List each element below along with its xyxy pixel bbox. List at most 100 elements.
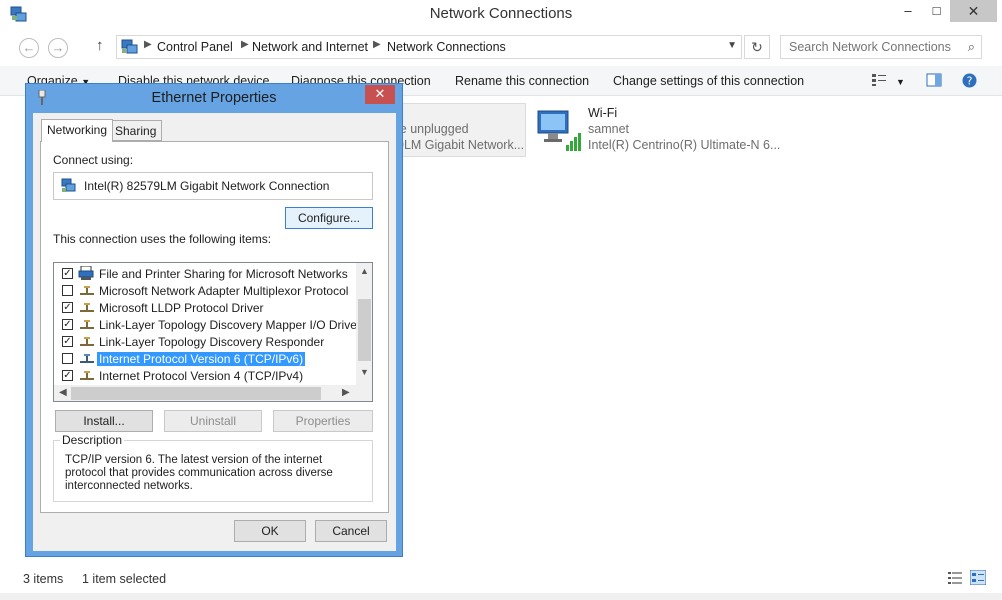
component-checkbox[interactable]: ✓ — [62, 319, 73, 330]
list-item[interactable]: ✓ Link-Layer Topology Discovery Mapper I… — [54, 316, 361, 333]
chevron-down-icon[interactable]: ▼ — [727, 40, 737, 51]
preview-pane-icon[interactable] — [926, 73, 942, 87]
vertical-scrollbar[interactable]: ▲ ▼ — [356, 263, 372, 386]
ethernet-properties-dialog: Ethernet Properties ✕ Networking Sharing… — [25, 83, 403, 557]
svg-text:?: ? — [967, 75, 973, 88]
scroll-up-icon[interactable]: ▲ — [356, 266, 372, 276]
install-button[interactable]: Install... — [55, 410, 153, 432]
list-item[interactable]: Microsoft Network Adapter Multiplexor Pr… — [54, 282, 356, 299]
wifi-adapter-icon — [537, 110, 581, 151]
component-label: Link-Layer Topology Discovery Mapper I/O… — [99, 318, 361, 332]
ethernet-adapter: 9LM Gigabit Network... — [397, 138, 525, 152]
address-bar[interactable]: ▶ Control Panel ▶ Network and Internet ▶… — [116, 35, 742, 59]
protocol-icon — [80, 320, 94, 329]
help-icon[interactable]: ? — [962, 73, 977, 88]
refresh-icon: ↻ — [751, 39, 763, 55]
uninstall-button[interactable]: Uninstall — [164, 410, 262, 432]
properties-button[interactable]: Properties — [273, 410, 373, 432]
wifi-connection-tile[interactable]: Wi-Fi samnet Intel(R) Centrino(R) Ultima… — [530, 103, 830, 157]
list-item[interactable]: ✓ Microsoft LLDP Protocol Driver — [54, 299, 356, 316]
search-icon[interactable]: ⌕ — [968, 39, 975, 55]
arrow-left-icon: ← — [22, 40, 36, 55]
ethernet-status: le unplugged — [397, 122, 469, 136]
component-checkbox[interactable]: ✓ — [62, 302, 73, 313]
chevron-right-icon[interactable]: ▶ — [144, 39, 152, 50]
chevron-right-icon[interactable]: ▶ — [241, 39, 249, 50]
view-dropdown-icon[interactable]: ▼ — [896, 77, 905, 87]
wifi-adapter: Intel(R) Centrino(R) Ultimate-N 6... — [588, 138, 781, 152]
component-checkbox[interactable] — [62, 285, 73, 296]
details-view-icon[interactable] — [948, 572, 962, 584]
component-checkbox[interactable]: ✓ — [62, 370, 73, 381]
horizontal-scroll-thumb[interactable] — [71, 387, 321, 400]
item-count: 3 items — [23, 572, 64, 586]
components-list[interactable]: ✓ File and Printer Sharing for Microsoft… — [53, 262, 373, 402]
component-checkbox[interactable]: ✓ — [62, 336, 73, 347]
list-item[interactable]: ✓ Internet Protocol Version 4 (TCP/IPv4) — [54, 367, 356, 384]
dialog-close-button[interactable]: ✕ — [365, 85, 395, 104]
component-label: Link-Layer Topology Discovery Responder — [99, 335, 325, 349]
wifi-network: samnet — [588, 122, 629, 136]
description-text: TCP/IP version 6. The latest version of … — [65, 454, 333, 492]
protocol-icon — [80, 286, 94, 295]
component-label: File and Printer Sharing for Microsoft N… — [99, 267, 348, 281]
breadcrumb-network-and-internet[interactable]: Network and Internet — [252, 40, 368, 54]
search-box[interactable]: ⌕ — [780, 35, 982, 59]
protocol-icon — [80, 303, 94, 312]
component-checkbox[interactable] — [62, 353, 73, 364]
tiles-view-icon[interactable] — [970, 570, 986, 585]
adapter-field: Intel(R) 82579LM Gigabit Network Connect… — [53, 172, 373, 200]
tab-networking[interactable]: Networking — [41, 119, 114, 142]
back-button[interactable]: ← — [19, 38, 39, 58]
status-bar: 3 items 1 item selected — [0, 565, 1002, 593]
control-panel-icon — [121, 39, 138, 54]
dialog-title: Ethernet Properties — [151, 90, 277, 106]
ok-button[interactable]: OK — [234, 520, 306, 542]
scroll-left-icon[interactable]: ◀ — [59, 387, 67, 398]
scroll-corner — [356, 385, 372, 401]
component-checkbox[interactable]: ✓ — [62, 268, 73, 279]
network-adapter-icon — [61, 178, 76, 192]
list-item[interactable]: Internet Protocol Version 6 (TCP/IPv6) — [54, 350, 356, 367]
window-title: Network Connections — [429, 5, 573, 22]
description-group: Description TCP/IP version 6. The latest… — [53, 433, 373, 502]
scroll-down-icon[interactable]: ▼ — [356, 367, 372, 377]
list-item[interactable]: ✓ File and Printer Sharing for Microsoft… — [54, 265, 356, 282]
tab-sharing[interactable]: Sharing — [109, 120, 163, 141]
change-settings-button[interactable]: Change settings of this connection — [613, 74, 804, 88]
breadcrumb-control-panel[interactable]: Control Panel — [157, 40, 233, 54]
up-button[interactable]: ↑ — [96, 37, 104, 54]
arrow-up-icon: ↑ — [96, 37, 104, 54]
minimize-button[interactable]: – — [893, 0, 923, 22]
window-titlebar: Network Connections – □ ✕ — [0, 0, 1002, 30]
close-icon: ✕ — [374, 86, 386, 101]
maximize-button[interactable]: □ — [923, 0, 950, 22]
breadcrumb-network-connections[interactable]: Network Connections — [387, 40, 506, 54]
wifi-name: Wi-Fi — [588, 106, 618, 120]
chevron-right-icon[interactable]: ▶ — [373, 39, 381, 50]
selection-count: 1 item selected — [82, 572, 167, 586]
refresh-button[interactable]: ↻ — [744, 35, 770, 59]
vertical-scroll-thumb[interactable] — [358, 299, 371, 361]
rename-connection-button[interactable]: Rename this connection — [455, 74, 589, 88]
search-input[interactable] — [787, 38, 957, 56]
view-options-icon[interactable] — [871, 73, 887, 87]
protocol-icon — [80, 354, 94, 363]
connect-using-label: Connect using: — [53, 153, 134, 167]
horizontal-scrollbar[interactable]: ◀ ▶ — [54, 385, 356, 401]
protocol-icon — [80, 337, 94, 346]
adapter-name: Intel(R) 82579LM Gigabit Network Connect… — [84, 179, 330, 193]
dialog-body: Networking Sharing Connect using: Intel(… — [33, 113, 396, 551]
component-label: Internet Protocol Version 4 (TCP/IPv4) — [99, 369, 304, 383]
address-row: ← → ↑ ▶ Control Panel ▶ Network and Inte… — [0, 30, 1002, 64]
close-button[interactable]: ✕ — [950, 0, 997, 22]
configure-button[interactable]: Configure... — [285, 207, 373, 229]
scroll-right-icon[interactable]: ▶ — [342, 387, 350, 398]
items-label: This connection uses the following items… — [53, 232, 272, 246]
cancel-button[interactable]: Cancel — [315, 520, 387, 542]
arrow-right-icon: → — [51, 40, 65, 55]
list-item[interactable]: ✓ Link-Layer Topology Discovery Responde… — [54, 333, 356, 350]
forward-button[interactable]: → — [48, 38, 68, 58]
protocol-icon — [80, 371, 94, 380]
taskbar-strip — [0, 593, 1002, 600]
